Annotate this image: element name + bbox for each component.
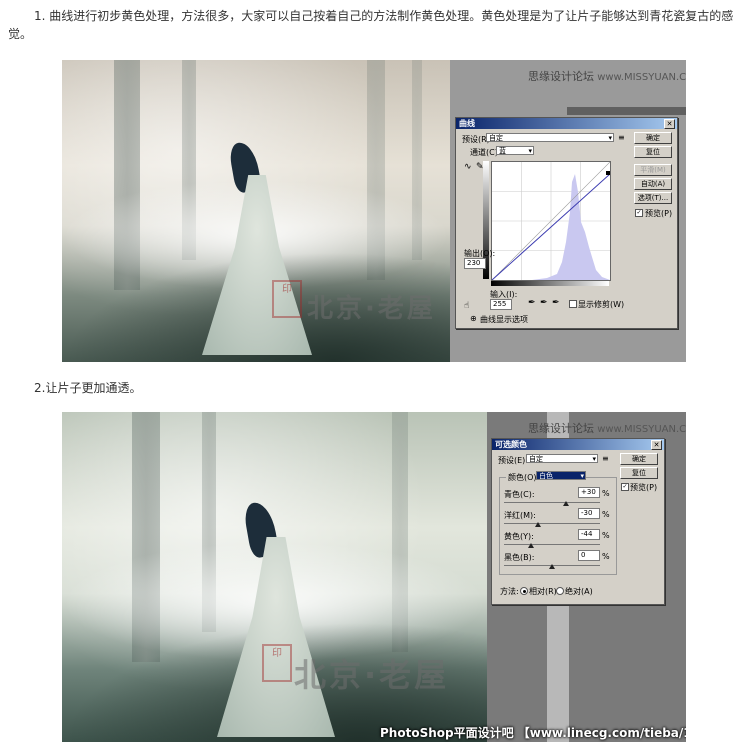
reset-button[interactable]: 复位 — [634, 146, 672, 158]
yellow-slider-thumb[interactable] — [527, 543, 534, 548]
close-icon[interactable]: ✕ — [664, 119, 675, 129]
channel-select[interactable]: 蓝 — [496, 146, 534, 156]
selective-color-screenshot: 印 北京·老屋 思缘设计论坛 www.MISSYUAN.COM 可选颜色 ✕ 预… — [62, 412, 686, 742]
magenta-label: 洋红(M): — [504, 511, 536, 520]
magenta-slider[interactable] — [504, 523, 600, 524]
yellow-unit: % — [602, 531, 610, 540]
preview-label: 预览(P) — [630, 483, 658, 492]
black-slider-thumb[interactable] — [549, 564, 555, 569]
bottom-banner: PhotoShop平面设计吧 【www.linecg.com/tieba/178… — [380, 726, 686, 740]
yellow-field[interactable]: -44 — [578, 529, 600, 540]
curve-edit-icon[interactable]: ∿ — [464, 162, 472, 172]
black-unit: % — [602, 552, 610, 561]
background-panel-strip — [567, 107, 686, 115]
show-clipping-checkbox[interactable] — [569, 300, 577, 308]
step1-paragraph: 1. 曲线进行初步黄色处理，方法很多，大家可以自己按着自己的方法制作黄色处理。黄… — [8, 9, 734, 41]
seal-stamp-2: 印 — [262, 644, 292, 682]
method-relative-label: 相对(R) — [529, 587, 557, 596]
site-watermark-1: 思缘设计论坛 www.MISSYUAN.COM — [528, 70, 686, 83]
site-watermark-2: 思缘设计论坛 www.MISSYUAN.COM — [528, 422, 686, 435]
forest-photo-2: 印 北京·老屋 — [62, 412, 487, 742]
show-clipping-label: 显示修剪(W) — [578, 300, 625, 309]
curves-dialog: 曲线 ✕ 预设(R): 自定 ≡ 通道(C): 蓝 ∿ ✎ 输出(O): 230 — [455, 117, 678, 329]
auto-button[interactable]: 自动(A) — [634, 178, 672, 190]
preview-label: 预览(P) — [645, 209, 673, 218]
photo-watermark-text-2: 北京·老屋 — [294, 656, 450, 694]
black-label: 黑色(B): — [504, 553, 535, 562]
magenta-unit: % — [602, 510, 610, 519]
expand-icon[interactable]: ⊕ — [470, 314, 477, 323]
selective-color-dialog: 可选颜色 ✕ 预设(E): 自定 ≡ 颜色(O): 白色 青色(C): +30 … — [491, 438, 665, 605]
cyan-unit: % — [602, 489, 610, 498]
ok-button[interactable]: 确定 — [634, 132, 672, 144]
forest-photo-1: 印 北京·老屋 — [62, 60, 450, 362]
curve-graph[interactable] — [491, 161, 611, 281]
preset-select[interactable]: 自定 — [486, 133, 614, 143]
hand-icon[interactable]: ☝ — [464, 301, 469, 311]
preset-label: 预设(E): — [498, 456, 528, 465]
smooth-button[interactable]: 平滑(M) — [634, 164, 672, 176]
cyan-field[interactable]: +30 — [578, 487, 600, 498]
curves-screenshot: 印 北京·老屋 思缘设计论坛 www.MISSYUAN.COM 曲线 ✕ 预设(… — [62, 60, 686, 362]
cyan-slider-thumb[interactable] — [563, 501, 570, 506]
cyan-slider[interactable] — [504, 502, 600, 503]
gray-eyedropper-icon[interactable]: ✒ — [540, 298, 548, 308]
reset-button[interactable]: 复位 — [620, 467, 658, 479]
step2-paragraph: 2.让片子更加通透。 — [34, 381, 142, 395]
method-absolute-radio[interactable] — [556, 587, 564, 595]
photo-watermark-text-1: 北京·老屋 — [307, 294, 436, 324]
yellow-label: 黄色(Y): — [504, 532, 534, 541]
preset-menu-icon[interactable]: ≡ — [602, 454, 609, 463]
close-icon[interactable]: ✕ — [651, 440, 662, 450]
preset-menu-icon[interactable]: ≡ — [618, 133, 625, 142]
curve-graph-svg — [492, 162, 610, 280]
display-options-label: 曲线显示选项 — [480, 315, 528, 324]
input-field[interactable]: 255 — [490, 299, 512, 310]
colors-select[interactable]: 白色 — [536, 471, 586, 481]
method-absolute-label: 绝对(A) — [565, 587, 593, 596]
magenta-slider-thumb[interactable] — [534, 522, 541, 527]
yellow-slider[interactable] — [504, 544, 600, 545]
preset-select[interactable]: 自定 — [526, 454, 598, 464]
preview-checkbox[interactable]: ✓ — [635, 209, 643, 217]
curves-titlebar: 曲线 ✕ — [456, 118, 677, 129]
preview-checkbox[interactable]: ✓ — [621, 483, 629, 491]
seal-stamp-1: 印 — [272, 280, 302, 318]
ok-button[interactable]: 确定 — [620, 453, 658, 465]
magenta-field[interactable]: -30 — [578, 508, 600, 519]
method-relative-radio[interactable] — [520, 587, 528, 595]
output-field[interactable]: 230 — [464, 258, 486, 269]
black-eyedropper-icon[interactable]: ✒ — [528, 298, 536, 308]
method-label: 方法: — [500, 587, 519, 596]
selective-color-titlebar: 可选颜色 ✕ — [492, 439, 664, 450]
white-eyedropper-icon[interactable]: ✒ — [552, 298, 560, 308]
black-field[interactable]: 0 — [578, 550, 600, 561]
options-button[interactable]: 选项(T)... — [634, 192, 672, 204]
cyan-label: 青色(C): — [504, 490, 535, 499]
